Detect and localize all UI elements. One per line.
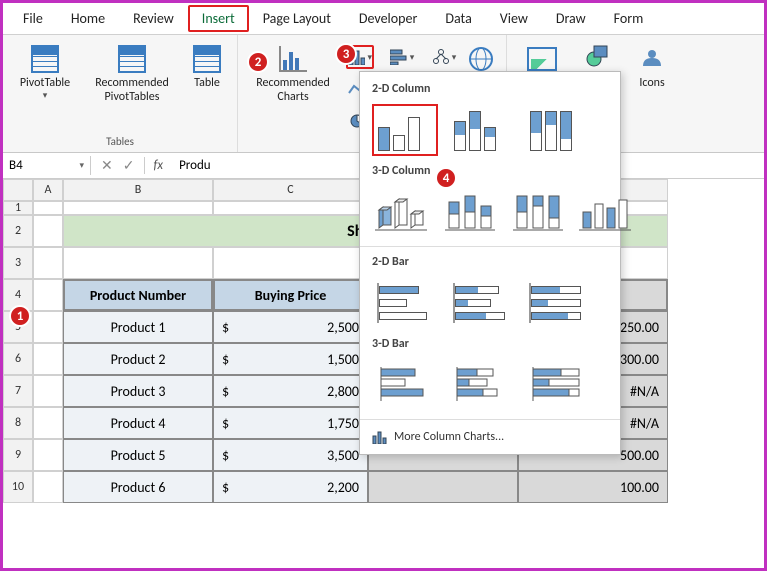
bar-chart-dropdown[interactable]: ▾ [388,45,416,69]
table-cell[interactable]: Product 3 [63,375,213,407]
section-2d-column: 2-D Column [360,78,620,100]
fx-label[interactable]: fx [145,158,171,173]
table-cell[interactable]: $2,200 [213,471,368,503]
clustered-column-option[interactable] [372,104,438,156]
3d-column-option[interactable] [576,186,634,238]
cancel-icon[interactable]: ✕ [101,157,113,174]
section-2d-bar: 2-D Bar [360,251,620,273]
group-tables: PivotTable▾ Recommended PivotTables Tabl… [3,35,238,152]
header-product-number[interactable]: Product Number [63,279,213,311]
100-stacked-bar-option[interactable] [524,277,590,329]
table-cell[interactable]: Product 4 [63,407,213,439]
pivottable-icon [31,45,59,73]
tab-insert[interactable]: Insert [188,5,249,32]
more-column-charts[interactable]: More Column Charts... [360,424,620,450]
select-all-corner[interactable] [3,179,33,201]
header-buying-price[interactable]: Buying Price [213,279,368,311]
table-cell[interactable]: $1,750 [213,407,368,439]
tab-view[interactable]: View [486,5,542,32]
table-icon [193,45,221,73]
recommended-charts-icon [279,46,307,72]
pivottable-button[interactable]: PivotTable▾ [11,43,79,101]
recommended-pivottables-button[interactable]: Recommended PivotTables [85,43,179,105]
stacked-column-option[interactable] [448,104,514,156]
annotation-badge-2: 2 [247,51,269,73]
table-cell[interactable]: $3,500 [213,439,368,471]
tab-page-layout[interactable]: Page Layout [249,5,345,32]
table-button[interactable]: Table [185,43,229,91]
column-chart-icon [372,430,388,444]
tab-developer[interactable]: Developer [345,5,431,32]
col-header-c[interactable]: C [213,179,368,201]
3d-stacked-bar-option[interactable] [448,359,514,411]
row-header[interactable]: 1 [3,201,33,215]
table-cell[interactable]: Product 1 [63,311,213,343]
3d-100-stacked-column-option[interactable] [508,186,566,238]
3d-clustered-bar-option[interactable] [372,359,438,411]
row-header[interactable]: 9 [3,439,33,471]
annotation-badge-1: 1 [9,305,31,327]
group-tables-label: Tables [106,135,134,150]
3d-stacked-column-option[interactable] [440,186,498,238]
stacked-bar-option[interactable] [448,277,514,329]
table-cell[interactable]: Product 6 [63,471,213,503]
row-header[interactable]: 8 [3,407,33,439]
tab-formulas[interactable]: Form [600,5,658,32]
section-3d-bar: 3-D Bar [360,333,620,355]
table-cell[interactable]: $1,500 [213,343,368,375]
table-cell[interactable]: Product 2 [63,343,213,375]
enter-icon[interactable]: ✓ [123,157,135,174]
icons-button[interactable]: Icons [631,43,673,91]
3d-100-stacked-bar-option[interactable] [524,359,590,411]
col-header-a[interactable]: A [33,179,63,201]
tab-review[interactable]: Review [119,5,188,32]
hierarchy-chart-dropdown[interactable]: ▾ [430,45,458,69]
row-header[interactable]: 7 [3,375,33,407]
tab-data[interactable]: Data [431,5,485,32]
col-header-b[interactable]: B [63,179,213,201]
recommended-pivottables-icon [118,45,146,73]
pictures-icon [527,47,557,71]
section-3d-column: 3-D Column [360,160,620,182]
100-stacked-column-option[interactable] [524,104,590,156]
table-cell[interactable]: $2,800 [213,375,368,407]
name-box[interactable]: B4▾ [3,156,91,175]
table-cell[interactable]: $2,500 [213,311,368,343]
ribbon-tabs: File Home Review Insert Page Layout Deve… [3,3,764,35]
row-header[interactable]: 10 [3,471,33,503]
tab-file[interactable]: File [9,5,57,32]
annotation-badge-3: 3 [335,43,357,65]
icons-icon [636,43,668,75]
annotation-badge-4: 4 [435,167,457,189]
row-header[interactable]: 6 [3,343,33,375]
row-header[interactable]: 3 [3,247,33,279]
column-chart-menu: 2-D Column 3-D Column 2-D Bar 3-D Bar Mo… [359,71,621,455]
3d-clustered-column-option[interactable] [372,186,430,238]
tab-home[interactable]: Home [57,5,119,32]
row-header[interactable]: 2 [3,215,33,247]
table-cell[interactable]: 100.00 [518,471,668,503]
clustered-bar-option[interactable] [372,277,438,329]
tab-draw[interactable]: Draw [542,5,600,32]
table-cell[interactable]: Product 5 [63,439,213,471]
